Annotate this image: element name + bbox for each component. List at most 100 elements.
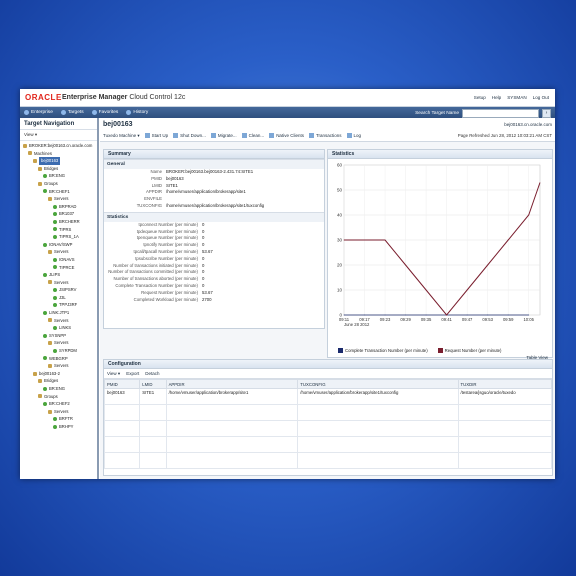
- tree-node[interactable]: Servers: [20, 248, 97, 256]
- tree-node[interactable]: BR:ENG: [20, 172, 97, 180]
- shut-down-button[interactable]: Shut Down...: [173, 133, 206, 138]
- tuxedo-machine-menu[interactable]: Tuxedo Machine ▾: [103, 133, 140, 139]
- configuration-header[interactable]: Configuration: [104, 360, 552, 369]
- tree-node[interactable]: J3L: [20, 294, 97, 302]
- target-icon: [53, 234, 57, 239]
- target-icon: [43, 386, 47, 391]
- migrate-button[interactable]: Migrate...: [210, 133, 237, 138]
- target-icon: [53, 303, 57, 308]
- target-icon: [48, 341, 52, 346]
- export-button[interactable]: Export: [126, 371, 139, 376]
- table-row[interactable]: bej00163 SITE1/home/vmuser/application/br…: [103, 388, 552, 405]
- search-input[interactable]: [462, 108, 539, 118]
- log-icon: [346, 133, 352, 138]
- data-point: [446, 314, 448, 316]
- logout-link[interactable]: Log Out: [533, 95, 549, 100]
- target-icon: [48, 364, 52, 369]
- tree-node[interactable]: BR:ENG: [20, 385, 97, 393]
- tree-node[interactable]: SYRPDM: [20, 347, 97, 355]
- tree-node[interactable]: TIPRCE: [20, 264, 97, 272]
- data-point: [507, 314, 509, 316]
- target-icon: [43, 401, 47, 406]
- tree-node[interactable]: Servers: [20, 339, 97, 347]
- column-header[interactable]: LMID: [139, 379, 167, 389]
- tree-node[interactable]: LINK:JTP1: [20, 309, 97, 317]
- summary-header[interactable]: Summary: [104, 150, 324, 159]
- menu-favorites[interactable]: Favorites: [91, 110, 118, 115]
- x-tick-label: 10:05: [523, 317, 534, 322]
- table-cell: /testarea/jsguo/oracle/tuxedo: [457, 388, 552, 405]
- search-go-icon[interactable]: ›: [542, 108, 551, 118]
- user-link[interactable]: SYSMAN: [507, 95, 526, 100]
- native-clients-button[interactable]: Native Clients: [269, 133, 304, 138]
- tree-node[interactable]: Bridges: [20, 165, 97, 173]
- transactions-button[interactable]: Transactions: [308, 133, 342, 138]
- tree-node[interactable]: Groups: [20, 393, 97, 401]
- tree-node[interactable]: bej00163-2: [20, 370, 97, 378]
- tree-node[interactable]: BR1037: [20, 210, 97, 218]
- tree-node[interactable]: BR:CHEF1: [20, 188, 97, 196]
- log-button[interactable]: Log: [346, 133, 361, 138]
- tree-node[interactable]: Servers: [20, 317, 97, 325]
- detach-button[interactable]: Detach: [145, 371, 159, 376]
- data-point: [384, 314, 386, 316]
- tree-node[interactable]: SYSNPP: [20, 332, 97, 340]
- tree-node[interactable]: Servers: [20, 362, 97, 370]
- tree-node[interactable]: BRFTR: [20, 415, 97, 423]
- target-icon: [48, 250, 52, 255]
- x-tick-label: 09:53: [482, 317, 493, 322]
- tree-node[interactable]: Servers: [20, 279, 97, 287]
- tree-node[interactable]: LINKS: [20, 324, 97, 332]
- tree-node[interactable]: BR:CHEF2: [20, 400, 97, 408]
- menu-targets[interactable]: Targets: [60, 110, 84, 115]
- statistics-chart-header[interactable]: Statistics: [328, 150, 552, 159]
- tree-node[interactable]: BROKER:bej00163.cn.oracle.com: [20, 142, 97, 150]
- tree-node[interactable]: IONAVS: [20, 256, 97, 264]
- help-link[interactable]: Help: [492, 95, 501, 100]
- menu-enterprise[interactable]: Enterprise: [24, 110, 53, 115]
- tree-node[interactable]: Servers: [20, 195, 97, 203]
- tree-node[interactable]: WEBGRP: [20, 355, 97, 363]
- summary-row: PMID bej00163: [151, 175, 184, 181]
- start-up-button[interactable]: Start Up: [144, 133, 168, 138]
- config-table: PMID LMID APPDIR TUXCONFIG TUXDIR bej00163 SI…: [103, 379, 552, 469]
- column-header[interactable]: APPDIR: [165, 379, 299, 389]
- tree-node[interactable]: Groups: [20, 180, 97, 188]
- tree-node[interactable]: TIPRS: [20, 226, 97, 234]
- tree-node[interactable]: Bridges: [20, 377, 97, 385]
- statistics-header: Statistics: [104, 211, 324, 222]
- setup-link[interactable]: Setup: [474, 95, 486, 100]
- y-tick-label: 10: [337, 288, 343, 293]
- tree-node[interactable]: Servers: [20, 408, 97, 416]
- menu-bar: Enterprise Targets Favorites History Sea…: [20, 107, 555, 118]
- data-point: [343, 239, 345, 241]
- tree-node[interactable]: BRHPY: [20, 423, 97, 431]
- summary-row: tpdequeue Number (per minute) 0: [136, 228, 205, 234]
- clean-button[interactable]: Clean...: [241, 133, 264, 138]
- column-header[interactable]: TUXDIR: [457, 379, 552, 389]
- tree-node[interactable]: Machines: [20, 150, 97, 158]
- tree-node[interactable]: TIPRS_1A: [20, 233, 97, 241]
- tree-node[interactable]: BRCHERR: [20, 218, 97, 226]
- nav-view-menu[interactable]: View ▾: [20, 130, 97, 141]
- menu-history[interactable]: History: [126, 110, 148, 115]
- target-icon: [53, 219, 57, 224]
- data-point: [364, 239, 365, 241]
- data-point: [425, 289, 427, 291]
- tree-node[interactable]: JSIPSRV: [20, 286, 97, 294]
- tree-node[interactable]: IONAV/SWP: [20, 241, 97, 249]
- target-icon: [48, 280, 52, 285]
- target-title-bar: bej00163 bej00163.cn.oracle.com: [100, 118, 555, 130]
- summary-row: tpenqueue Number (per minute) 0: [136, 235, 205, 241]
- column-header[interactable]: PMID: [103, 379, 141, 389]
- target-icon: [53, 348, 57, 353]
- config-view-menu[interactable]: View ▾: [107, 371, 120, 377]
- column-header[interactable]: TUXCONFIG: [297, 379, 459, 389]
- tree-node[interactable]: JLIPS: [20, 271, 97, 279]
- tree-node[interactable]: BRPRAD: [20, 203, 97, 211]
- em-window: ORACLE Enterprise Manager Cloud Control …: [20, 89, 555, 479]
- tree-node[interactable]: TPPJ3RF: [20, 301, 97, 309]
- empty-row: [103, 436, 552, 453]
- tree-node[interactable]: bej00163: [20, 157, 97, 165]
- table-cell: bej00163: [103, 388, 141, 405]
